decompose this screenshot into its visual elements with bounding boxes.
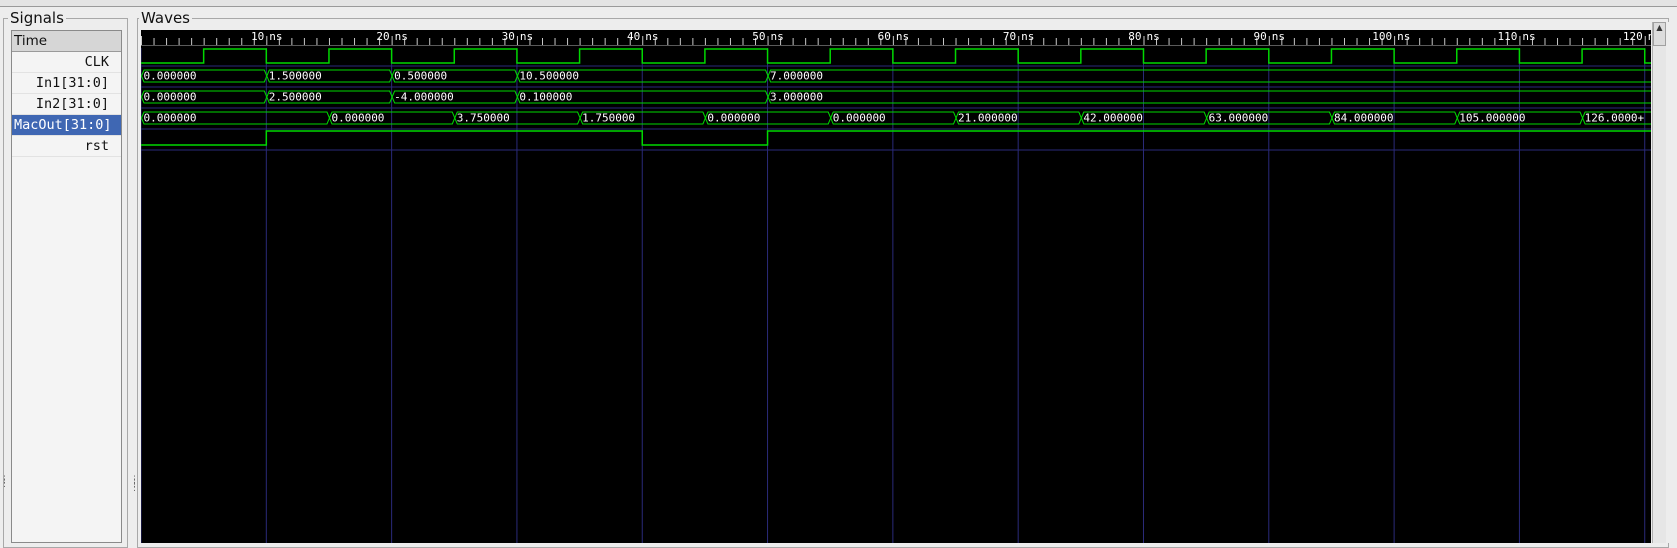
signals-panel-title: Signals <box>8 9 66 27</box>
in1-value: 1.500000 <box>269 70 322 83</box>
in2-value: -4.000000 <box>394 91 454 104</box>
vertical-scrollbar[interactable]: ▲ <box>1652 22 1666 543</box>
ruler-label: 80 <box>1128 30 1141 43</box>
ruler-unit: ns <box>1522 30 1535 43</box>
in2-segment <box>767 90 1651 104</box>
window-top-edge <box>0 0 1677 7</box>
signals-list[interactable]: Time CLK In1[31:0] In2[31:0] MacOut[31:0… <box>11 30 122 543</box>
ruler-label: 70 <box>1003 30 1016 43</box>
ruler-unit: ns <box>1146 30 1159 43</box>
macout-value: 63.000000 <box>1209 112 1269 125</box>
ruler-label: 100 <box>1372 30 1392 43</box>
macout-value: 21.000000 <box>958 112 1018 125</box>
macout-value: 84.000000 <box>1334 112 1394 125</box>
left-resize-grip[interactable]: ⋮ ⋮ <box>0 476 9 489</box>
in2-value: 0.100000 <box>519 91 572 104</box>
in1-value: 0.000000 <box>144 70 197 83</box>
ruler-unit: ns <box>520 30 533 43</box>
ruler-label: 60 <box>878 30 891 43</box>
in1-value: 7.000000 <box>770 70 823 83</box>
ruler-label: 50 <box>752 30 765 43</box>
macout-value: 126.0000+ <box>1585 112 1645 125</box>
signal-in2[interactable]: In2[31:0] <box>12 94 121 115</box>
macout-value: 105.000000 <box>1459 112 1525 125</box>
macout-value: 0.000000 <box>331 112 384 125</box>
ruler-unit: ns <box>1648 30 1651 43</box>
time-header: Time <box>12 31 121 52</box>
ruler-unit: ns <box>269 30 282 43</box>
macout-value: 0.000000 <box>144 112 197 125</box>
ruler-label: 90 <box>1254 30 1267 43</box>
signal-in1[interactable]: In1[31:0] <box>12 73 121 94</box>
waves-panel-title: Waves <box>139 9 192 27</box>
ruler-unit: ns <box>771 30 784 43</box>
right-edge <box>1666 22 1677 543</box>
ruler-unit: ns <box>1021 30 1034 43</box>
clk-wave <box>141 48 1651 64</box>
signal-clk[interactable]: CLK <box>12 52 121 73</box>
in1-value: 0.500000 <box>394 70 447 83</box>
signal-macout[interactable]: MacOut[31:0] <box>12 115 121 136</box>
in2-value: 2.500000 <box>269 91 322 104</box>
macout-value: 0.000000 <box>833 112 886 125</box>
ruler-unit: ns <box>645 30 658 43</box>
ruler-label: 110 <box>1498 30 1518 43</box>
ruler-unit: ns <box>1397 30 1410 43</box>
in2-value: 0.000000 <box>144 91 197 104</box>
ruler-label: 120 <box>1623 30 1643 43</box>
ruler-label: 20 <box>376 30 389 43</box>
ruler-unit: ns <box>896 30 909 43</box>
ruler-label: 10 <box>251 30 264 43</box>
signal-rst[interactable]: rst <box>12 136 121 157</box>
rst-wave <box>141 130 1651 146</box>
macout-value: 1.750000 <box>582 112 635 125</box>
macout-value: 3.750000 <box>457 112 510 125</box>
ruler-label: 40 <box>627 30 640 43</box>
in2-value: 3.000000 <box>770 91 823 104</box>
in1-value: 10.500000 <box>519 70 579 83</box>
scroll-up-button[interactable]: ▲ <box>1653 22 1666 46</box>
ruler-unit: ns <box>395 30 408 43</box>
ruler-unit: ns <box>1272 30 1285 43</box>
macout-value: 0.000000 <box>707 112 760 125</box>
in1-segment <box>767 69 1651 83</box>
waveform-display[interactable]: 010ns20ns30ns40ns50ns60ns70ns80ns90ns100… <box>141 30 1651 543</box>
macout-value: 42.000000 <box>1083 112 1143 125</box>
waves-canvas[interactable]: 010ns20ns30ns40ns50ns60ns70ns80ns90ns100… <box>141 30 1651 543</box>
ruler-label: 30 <box>502 30 515 43</box>
